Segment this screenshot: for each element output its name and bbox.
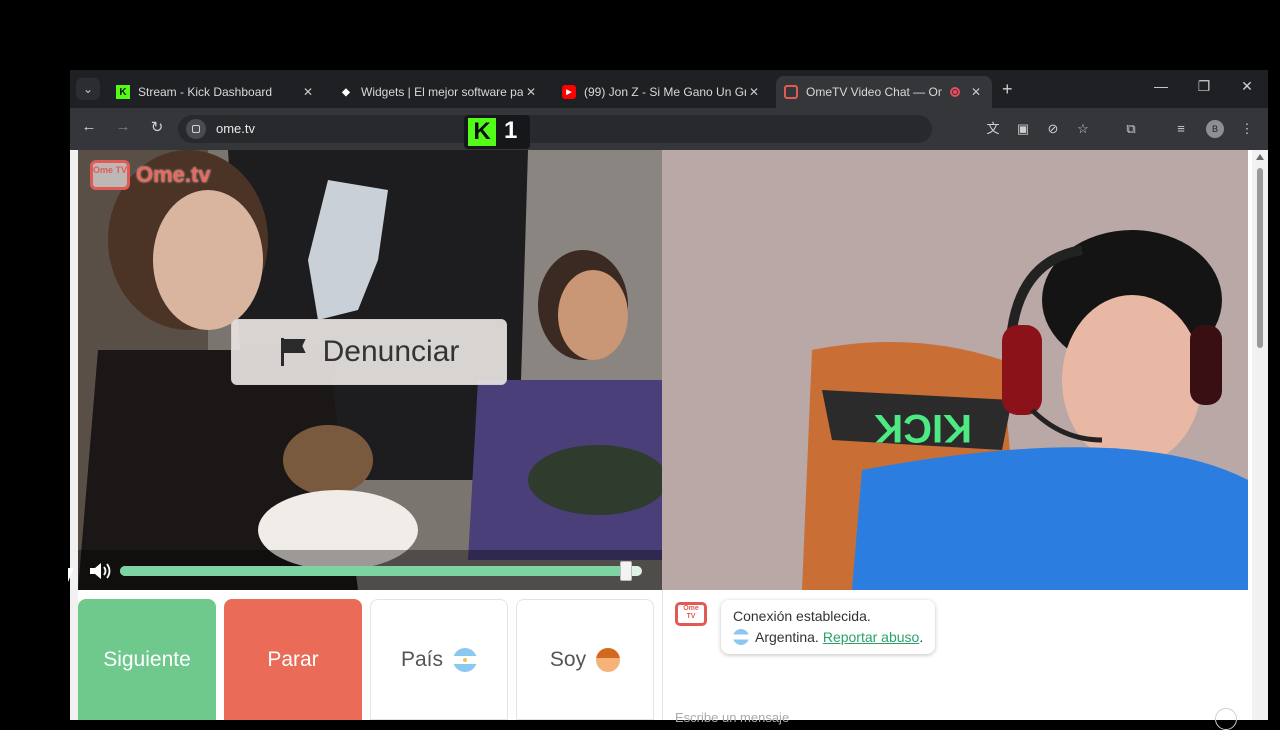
speaker-icon[interactable] bbox=[88, 561, 114, 581]
partner-country: Argentina. Reportar abuso. bbox=[733, 629, 923, 645]
ometv-favicon-icon bbox=[784, 85, 798, 99]
boy-emoji-icon bbox=[596, 647, 621, 672]
message-input[interactable]: Escribe un mensaje bbox=[675, 710, 789, 725]
tab-search-button[interactable]: ⌄ bbox=[76, 78, 100, 100]
ometv-logo[interactable]: Ome TV Ome.tv bbox=[90, 160, 211, 190]
ometv-chat-icon: Ome TV bbox=[675, 602, 707, 626]
country-select[interactable]: País bbox=[370, 599, 508, 720]
tab-youtube[interactable]: ▶ (99) Jon Z - Si Me Gano Un Gran ✕ bbox=[554, 76, 770, 108]
chat-panel: Ome TV Conexión establecida. Argentina. … bbox=[662, 590, 1252, 730]
next-button-label: Siguiente bbox=[103, 647, 191, 671]
kick-favicon-icon: K bbox=[116, 85, 130, 99]
tab-title: Widgets | El mejor software para bbox=[361, 85, 523, 99]
tab-strip: ⌄ K Stream - Kick Dashboard ✕ ◆ Widgets … bbox=[70, 70, 1268, 108]
kick-logo-icon: K bbox=[468, 118, 496, 146]
tab-title: OmeTV Video Chat — Ome bbox=[806, 85, 942, 99]
new-tab-button[interactable]: + bbox=[1002, 80, 1013, 98]
forward-button[interactable]: → bbox=[112, 118, 134, 135]
tab-kick-dashboard[interactable]: K Stream - Kick Dashboard ✕ bbox=[108, 76, 324, 108]
system-message: Conexión establecida. Argentina. Reporta… bbox=[721, 600, 935, 654]
page-scrollbar[interactable] bbox=[1252, 150, 1268, 720]
back-button[interactable]: ← bbox=[78, 118, 100, 135]
country-select-label: País bbox=[400, 647, 444, 671]
browser-toolbar: ← → ↻ ome.tv 文 ▣ ⊘ ☆ ⧉ ≡ B ⋮ K 1 bbox=[70, 108, 1268, 150]
gender-select-label: Soy bbox=[549, 647, 587, 671]
ometv-logo-text: Ome.tv bbox=[136, 162, 211, 187]
volume-slider[interactable] bbox=[120, 561, 642, 581]
url-text: ome.tv bbox=[216, 121, 256, 136]
next-button[interactable]: Siguiente bbox=[78, 599, 216, 720]
install-app-icon[interactable]: ▣ bbox=[1014, 120, 1032, 138]
stop-button-label: Parar bbox=[267, 647, 319, 671]
ometv-tv-icon: Ome TV bbox=[90, 160, 130, 190]
report-button[interactable]: Denunciar bbox=[231, 319, 507, 385]
scrollbar-thumb[interactable] bbox=[1257, 168, 1263, 348]
tab-ometv[interactable]: OmeTV Video Chat — Ome ✕ bbox=[776, 76, 992, 108]
page-left-edge bbox=[70, 150, 78, 720]
tab-title: Stream - Kick Dashboard bbox=[138, 85, 273, 99]
profile-avatar[interactable]: B bbox=[1206, 120, 1224, 138]
widgets-favicon-icon: ◆ bbox=[342, 86, 350, 98]
report-abuse-period: . bbox=[919, 629, 924, 645]
tab-title: (99) Jon Z - Si Me Gano Un Gran bbox=[584, 85, 746, 99]
browser-window: ⌄ K Stream - Kick Dashboard ✕ ◆ Widgets … bbox=[70, 70, 1268, 730]
translate-icon[interactable]: 文 bbox=[984, 120, 1002, 138]
report-button-label: Denunciar bbox=[322, 335, 460, 368]
close-window-button[interactable]: ✕ bbox=[1232, 78, 1262, 95]
self-camera-scene: KICK bbox=[662, 150, 1248, 590]
emoji-icon[interactable] bbox=[1215, 708, 1237, 730]
screen-right-margin bbox=[1268, 0, 1280, 720]
mouse-cursor-icon bbox=[68, 568, 74, 582]
close-tab-icon[interactable]: ✕ bbox=[300, 85, 316, 99]
stop-button[interactable]: Parar bbox=[224, 599, 362, 720]
stranger-video: Ome TV Ome.tv Denunciar bbox=[78, 150, 662, 590]
close-tab-icon[interactable]: ✕ bbox=[968, 85, 984, 99]
report-abuse-link[interactable]: Reportar abuso bbox=[823, 629, 920, 645]
restore-button[interactable]: ❐ bbox=[1189, 78, 1219, 95]
extensions-icon[interactable]: ⧉ bbox=[1122, 120, 1140, 138]
volume-control bbox=[78, 550, 662, 590]
scroll-up-icon[interactable] bbox=[1256, 154, 1264, 160]
argentina-flag-icon bbox=[733, 629, 749, 645]
reload-button[interactable]: ↻ bbox=[146, 118, 168, 136]
address-bar[interactable]: ome.tv bbox=[178, 115, 932, 143]
minimize-button[interactable]: — bbox=[1146, 78, 1176, 94]
media-controls-icon[interactable]: ≡ bbox=[1172, 120, 1190, 138]
youtube-favicon-icon: ▶ bbox=[562, 85, 576, 99]
viewer-count: 1 bbox=[504, 117, 518, 144]
kick-viewer-overlay: K 1 bbox=[464, 115, 530, 149]
partner-country-name: Argentina. bbox=[755, 629, 819, 645]
close-tab-icon[interactable]: ✕ bbox=[523, 85, 539, 99]
screen-left-margin bbox=[0, 0, 70, 720]
site-info-icon[interactable] bbox=[186, 119, 206, 139]
eye-slash-icon[interactable]: ⊘ bbox=[1044, 120, 1062, 138]
svg-text:KICK: KICK bbox=[874, 406, 972, 450]
ometv-page: Ome TV Ome.tv Denunciar KICK Siguiente P… bbox=[70, 150, 1268, 730]
chat-controls: Siguiente Parar País Soy bbox=[78, 599, 654, 720]
recording-icon bbox=[950, 87, 960, 97]
argentina-flag-icon bbox=[453, 647, 478, 672]
connection-status: Conexión establecida. bbox=[733, 608, 871, 624]
self-camera-video: KICK bbox=[662, 150, 1248, 590]
menu-kebab-icon[interactable]: ⋮ bbox=[1238, 120, 1256, 138]
gender-select[interactable]: Soy bbox=[516, 599, 654, 720]
tab-widgets[interactable]: ◆ Widgets | El mejor software para ✕ bbox=[331, 76, 547, 108]
flag-icon bbox=[279, 338, 309, 366]
volume-slider-fill bbox=[120, 566, 627, 576]
bookmark-star-icon[interactable]: ☆ bbox=[1074, 120, 1092, 138]
volume-slider-handle[interactable] bbox=[620, 561, 633, 581]
close-tab-icon[interactable]: ✕ bbox=[746, 85, 762, 99]
